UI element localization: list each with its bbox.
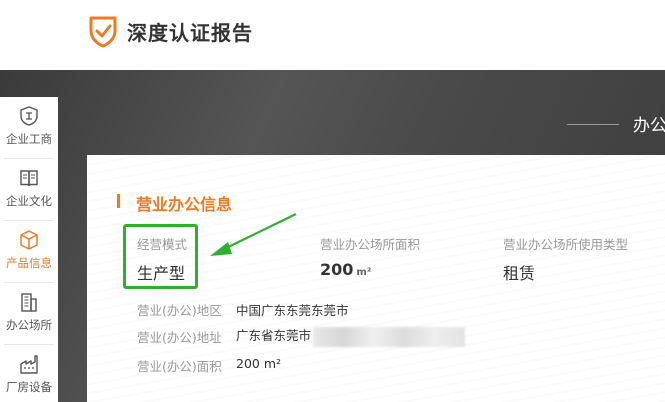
brand-title: 深度认证报告 (127, 21, 253, 45)
banner-title: 办公 (633, 116, 665, 136)
sidebar-item-product[interactable]: 产品信息 (0, 221, 58, 283)
banner-divider (567, 124, 619, 125)
sidebar-item-factory[interactable]: 厂房设备 (0, 345, 58, 402)
row-label-address: 营业(办公)地址 (137, 330, 222, 345)
field-value-area: 200 m² (320, 260, 371, 279)
book-icon (20, 170, 38, 187)
row-label-region: 营业(办公)地区 (137, 303, 222, 318)
section-accent-bar (117, 194, 120, 208)
sidebar-item-label: 办公场所 (6, 318, 52, 332)
box-icon (20, 230, 38, 250)
redacted-address (313, 326, 466, 347)
field-value-usage: 租赁 (503, 264, 536, 283)
area-number: 200 (320, 260, 354, 279)
sidebar-item-business[interactable]: 企业工商 (0, 97, 58, 159)
sidebar-item-label: 产品信息 (6, 256, 52, 270)
address-text: 广东省东莞市 (236, 328, 312, 343)
highlight-box (123, 224, 198, 289)
row-value-region: 中国广东东莞东莞市 (236, 303, 349, 318)
row-value-size: 200 m² (236, 356, 282, 371)
field-label-usage: 营业办公场所使用类型 (503, 237, 629, 252)
row-label-size: 营业(办公)面积 (137, 359, 222, 374)
top-header: 深度认证报告 (0, 0, 665, 70)
factory-icon (20, 355, 38, 374)
shield-icon (20, 106, 38, 126)
shield-check-logo-icon (89, 16, 117, 48)
highlight-arrow-icon (210, 213, 297, 256)
sidebar-item-label: 厂房设备 (6, 380, 52, 394)
sidebar-item-culture[interactable]: 企业文化 (0, 159, 58, 221)
sidebar-item-office[interactable]: 办公场所 (0, 283, 58, 345)
area-unit: m² (356, 267, 372, 278)
row-value-address: 广东省东莞市 (236, 325, 466, 347)
sidebar-item-label: 企业文化 (6, 194, 52, 208)
building-icon (21, 293, 37, 312)
sidebar-nav: 企业工商 企业文化 产品信息 办公场所 厂房设备 (0, 97, 58, 402)
sidebar-item-label: 企业工商 (6, 132, 52, 146)
field-label-area: 营业办公场所面积 (320, 237, 421, 252)
